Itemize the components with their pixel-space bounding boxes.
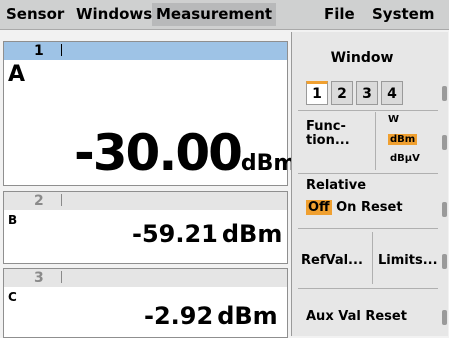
limits-softkey-indicator[interactable] [442,254,447,269]
window-1-header[interactable]: 1 [4,42,287,60]
window-3-separator [61,271,62,283]
window-1-separator [61,44,62,56]
window-1-number: 1 [34,43,44,59]
aux-reset-indicator[interactable] [442,310,447,325]
tab-window-3[interactable]: 3 [356,81,378,105]
menu-file[interactable]: File [320,3,359,26]
window-3-channel-letter: C [8,290,17,304]
menu-system[interactable]: System [368,3,438,26]
unit-option-w[interactable]: W [388,114,399,125]
window-2-number: 2 [34,193,44,209]
window-1-value: -30.00 [74,124,243,182]
relative-options[interactable]: Off On Reset [306,200,403,215]
menu-measurement[interactable]: Measurement [152,3,277,26]
window-3-unit: dBm [217,302,278,330]
window-1-reading: -30.00dBm [74,124,296,182]
relative-off-option[interactable]: Off [306,200,332,215]
window-1-channel-letter: A [8,62,26,87]
measurement-window-3[interactable]: 3 C -2.92 dBm [3,268,288,338]
window-2-value: -59.21 [132,220,218,248]
window-2-unit: dBm [221,220,283,248]
window-3-number: 3 [34,270,44,286]
measurement-window-2[interactable]: 2 B -59.21 dBm [3,191,288,264]
relative-on-option[interactable]: On [336,200,356,215]
softkey-divider [375,112,376,170]
panel-divider [298,173,438,174]
function-softkey[interactable]: Func- tion... [306,120,350,148]
window-2-separator [61,194,62,206]
panel-title: Window [330,50,394,66]
menu-bar: Sensor Windows Measurement File System [0,0,449,30]
softkey-divider [372,232,373,284]
relative-label: Relative [306,178,367,193]
refval-softkey[interactable]: RefVal... [301,253,363,268]
unit-softkey-indicator[interactable] [442,135,447,150]
panel-divider [298,288,438,289]
tab-window-4[interactable]: 4 [381,81,403,105]
window-3-value: -2.92 [144,302,214,330]
window-2-reading: -59.21 dBm [132,220,282,248]
relative-reset-option[interactable]: Reset [361,200,403,215]
tab-window-2[interactable]: 2 [331,81,353,105]
window-1-unit: dBm [240,151,297,176]
aux-val-reset-softkey[interactable]: Aux Val Reset [306,309,407,324]
unit-option-dbuv[interactable]: dBµV [390,153,420,164]
tabs-scroll-indicator[interactable] [442,86,447,101]
softkey-panel: Window 1 2 3 4 Func- tion... W dBm dBµV … [291,32,448,336]
relative-softkey-indicator[interactable] [442,202,447,217]
panel-divider [298,228,438,229]
menu-sensor[interactable]: Sensor [2,3,68,26]
limits-softkey[interactable]: Limits... [378,253,438,268]
window-3-header[interactable]: 3 [4,269,287,287]
unit-option-dbm[interactable]: dBm [388,134,418,145]
window-2-header[interactable]: 2 [4,192,287,210]
window-3-reading: -2.92 dBm [144,302,278,330]
measurement-window-1[interactable]: 1 A -30.00dBm [3,41,296,186]
panel-divider [298,110,438,111]
window-2-channel-letter: B [8,213,18,227]
tab-window-1[interactable]: 1 [306,81,328,105]
menu-windows[interactable]: Windows [72,3,156,26]
